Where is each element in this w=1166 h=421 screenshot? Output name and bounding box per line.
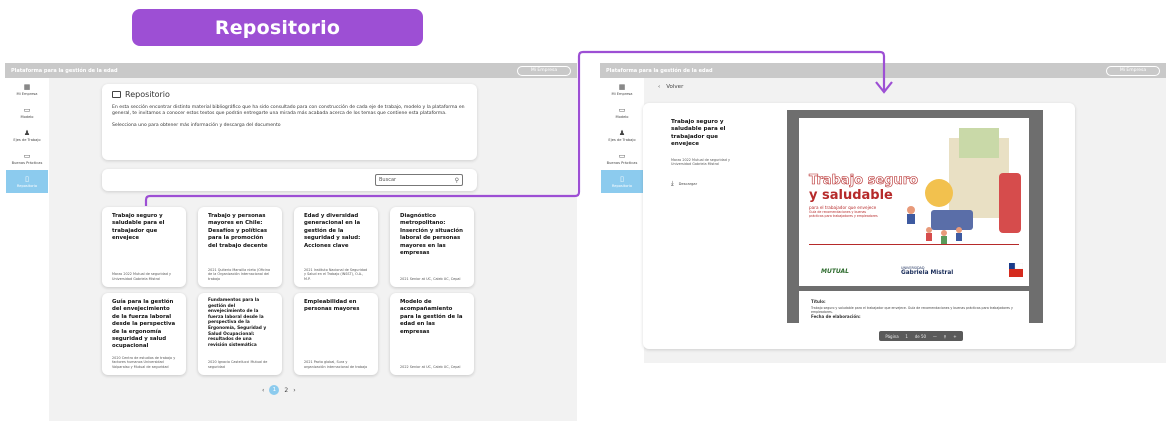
flow-connector-arrow (144, 50, 893, 206)
